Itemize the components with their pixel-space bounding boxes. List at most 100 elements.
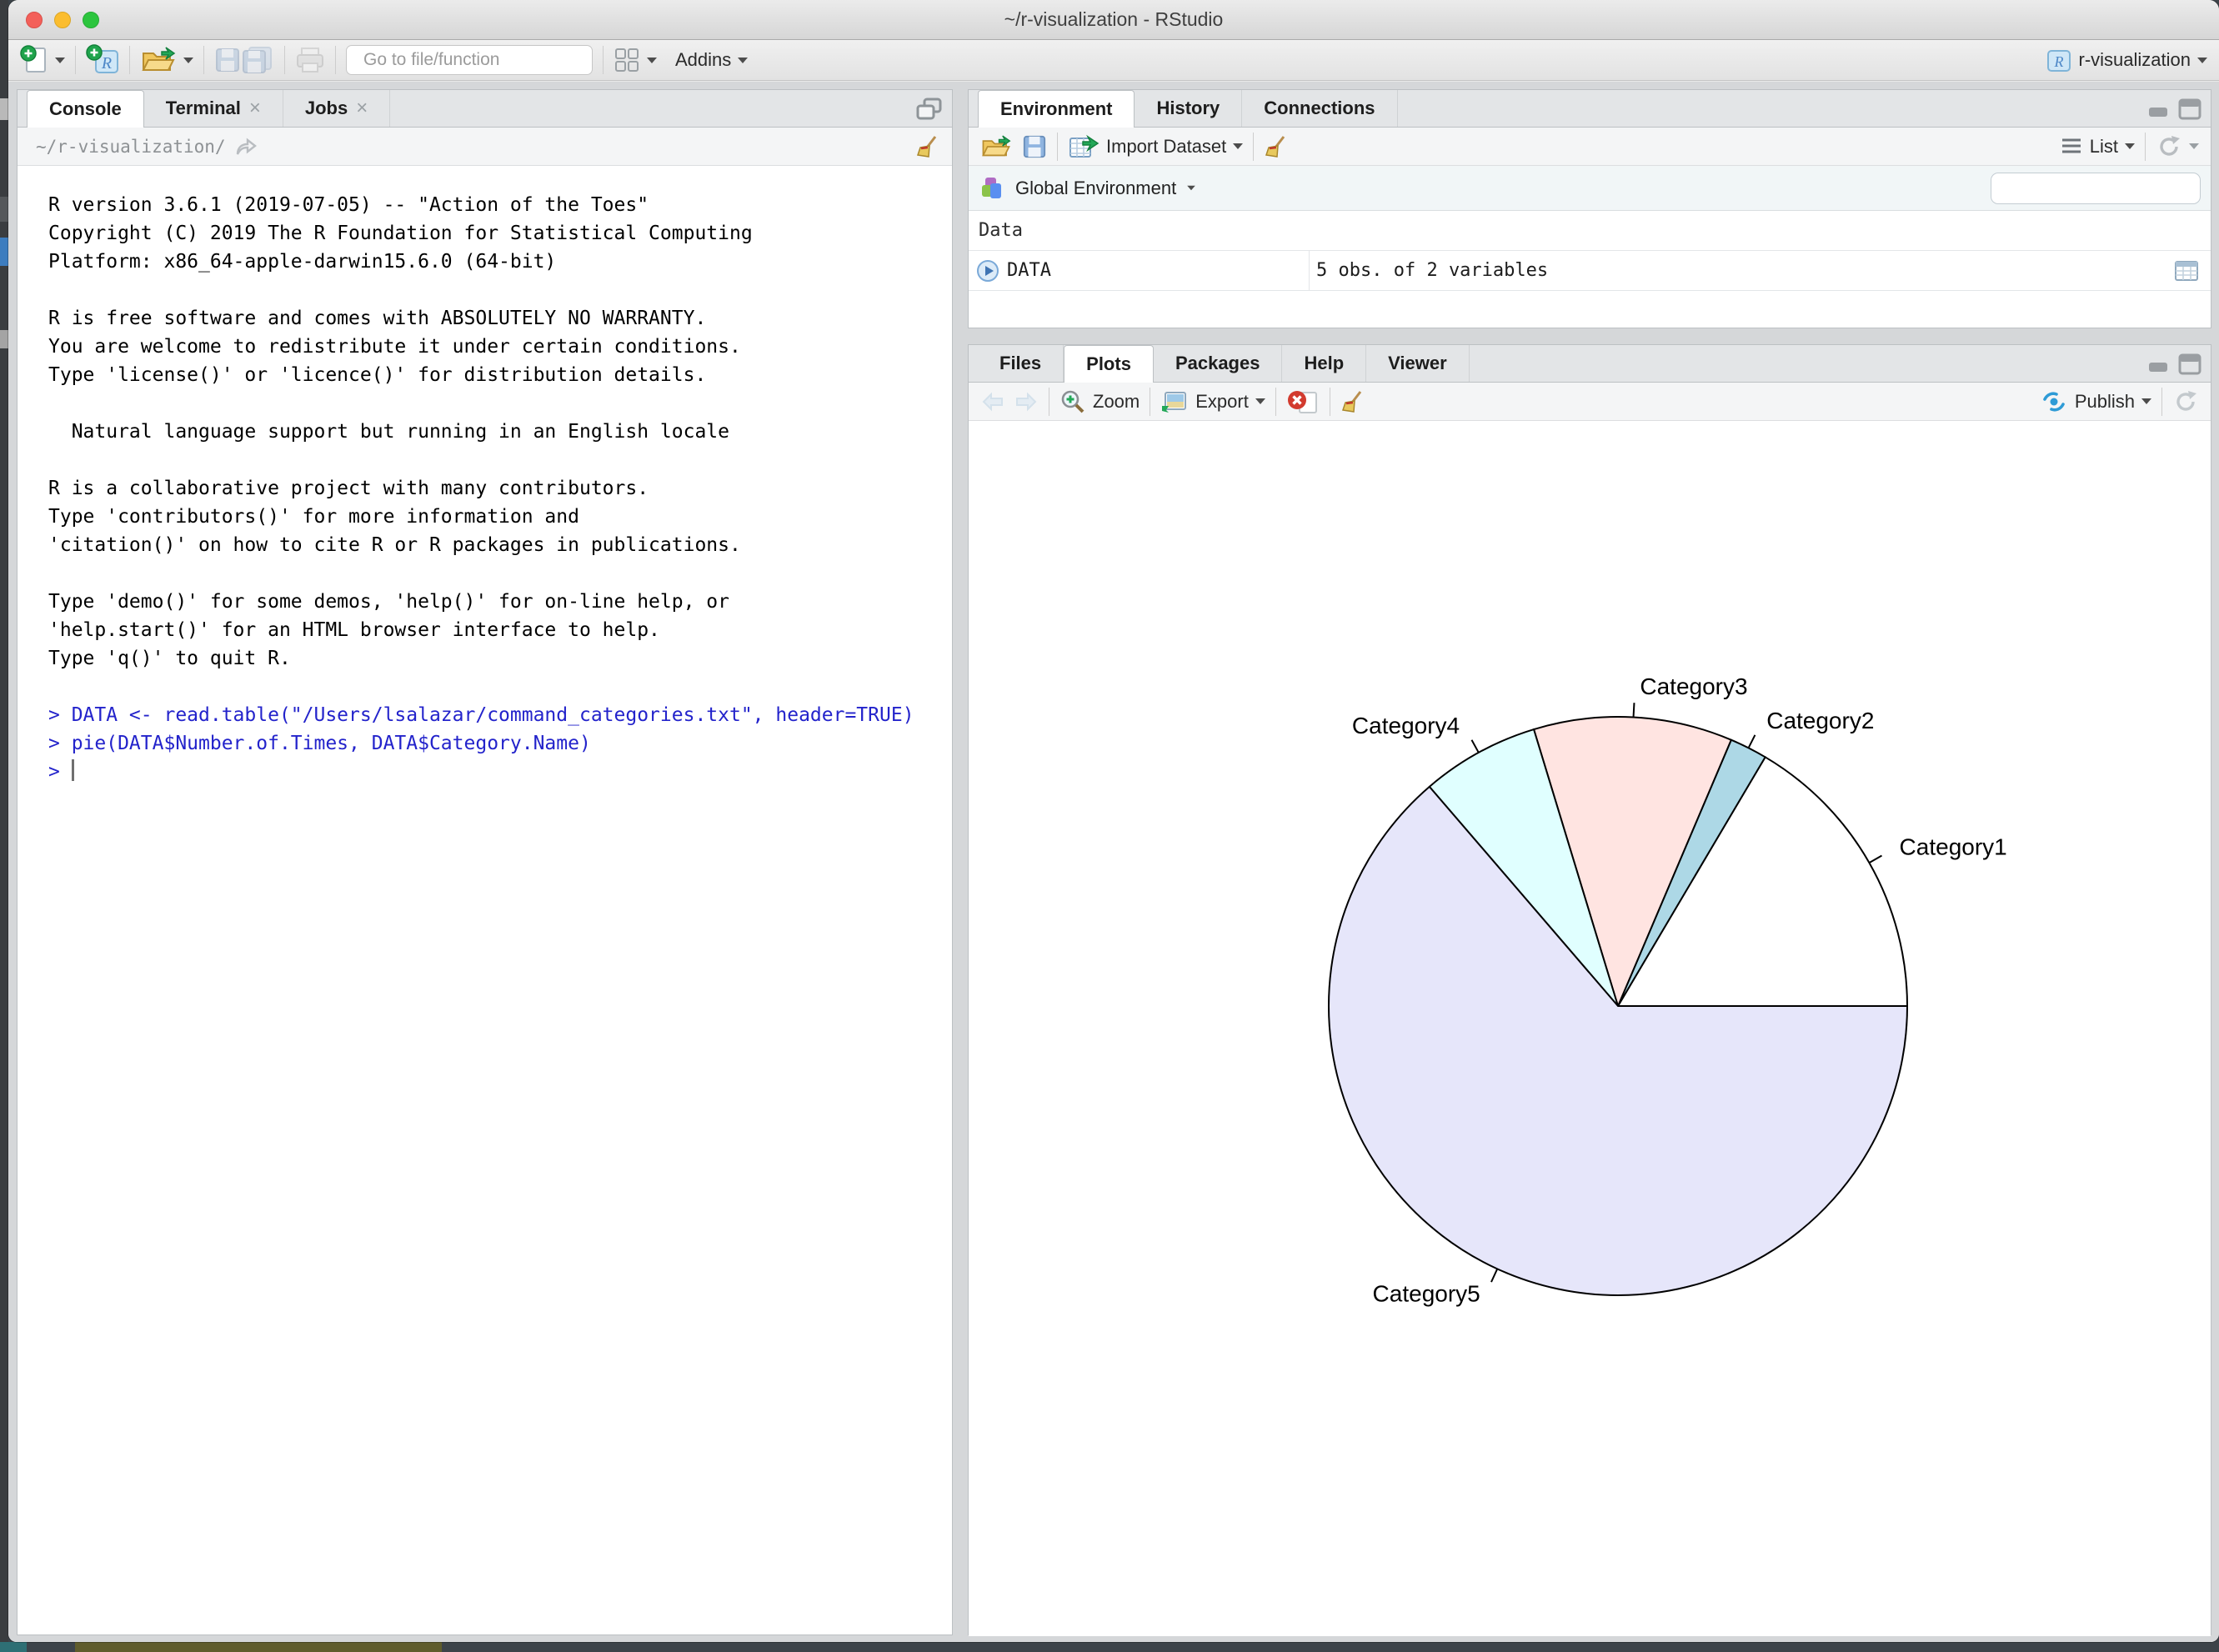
tab-history[interactable]: History [1135, 90, 1242, 127]
previous-plot-button[interactable] [980, 390, 1005, 413]
goto-file-search[interactable] [346, 45, 593, 75]
import-dataset-label: Import Dataset [1106, 136, 1226, 158]
console-tabstrip: ConsoleTerminal× Jobs × [18, 90, 952, 128]
load-workspace-button[interactable] [980, 133, 1012, 160]
goto-directory-icon[interactable] [234, 136, 259, 158]
clear-environment-button[interactable] [1264, 134, 1289, 159]
export-icon [1160, 389, 1189, 414]
open-file-button[interactable] [140, 45, 193, 75]
tab-help[interactable]: Help [1282, 345, 1366, 382]
broom-icon [1340, 389, 1365, 414]
tab-label: Jobs [305, 98, 348, 119]
console-line-output: R is free software and comes with ABSOLU… [48, 304, 952, 333]
open-file-caret-icon [183, 58, 193, 63]
new-project-button[interactable]: R [86, 44, 119, 76]
new-project-icon: R [86, 44, 119, 76]
tab-jobs[interactable]: Jobs × [283, 90, 390, 127]
maximize-pane-icon[interactable] [2177, 98, 2202, 121]
project-menu-button[interactable]: R r-visualization [2046, 47, 2208, 73]
desktop-fragment [0, 98, 8, 120]
environment-search[interactable] [1991, 173, 2201, 204]
save-all-button[interactable] [241, 46, 274, 74]
zoom-plot-button[interactable]: Zoom [1059, 388, 1140, 415]
toolbar-separator [1275, 388, 1276, 416]
tab-label: Help [1304, 353, 1344, 374]
console-line-blank [48, 673, 952, 701]
maximize-pane-icon[interactable] [2177, 353, 2202, 376]
publish-button[interactable]: Publish [2040, 389, 2151, 414]
svg-text:R: R [2053, 53, 2063, 70]
tab-files[interactable]: Files [978, 345, 1064, 382]
forward-arrow-icon [1014, 390, 1039, 413]
console-line-blank [48, 389, 952, 418]
open-folder-icon [140, 45, 177, 75]
desktop-edge-left [0, 0, 8, 1652]
environment-object-row[interactable]: DATA 5 obs. of 2 variables [969, 251, 2211, 291]
tab-label: Connections [1264, 98, 1375, 119]
save-button[interactable] [214, 47, 241, 73]
environment-scope-caret-icon[interactable] [1187, 186, 1195, 191]
tab-packages[interactable]: Packages [1154, 345, 1283, 382]
export-caret-icon [1255, 398, 1265, 404]
import-dataset-button[interactable]: Import Dataset [1068, 133, 1243, 160]
addins-button[interactable]: Addins [675, 49, 748, 71]
clear-console-icon[interactable] [915, 134, 940, 159]
addins-caret-icon [738, 58, 748, 63]
console-line-output: Natural language support but running in … [48, 418, 952, 446]
clear-all-plots-button[interactable] [1340, 389, 1365, 414]
titlebar: ~/r-visualization - RStudio [8, 0, 2219, 40]
pie-label-tick [1634, 703, 1635, 717]
minimize-pane-icon[interactable] [2146, 353, 2171, 375]
pane-layout-caret-icon [647, 58, 657, 63]
toolbar-separator [1057, 133, 1058, 161]
console-output[interactable]: R version 3.6.1 (2019-07-05) -- "Action … [18, 166, 952, 786]
tab-console[interactable]: Console [27, 90, 144, 128]
tab-environment[interactable]: Environment [978, 90, 1135, 128]
pane-area: ConsoleTerminal×Jobs× ~/r-visualization/ [8, 82, 2219, 1642]
desktop-fragment-blue [0, 238, 8, 266]
open-in-new-window-icon[interactable] [915, 97, 944, 122]
remove-plot-button[interactable] [1286, 389, 1320, 414]
plot-display-area: Category1Category2Category3Category4Cate… [969, 421, 2211, 1636]
plots-toolbar: Zoom Export [969, 383, 2211, 421]
list-icon [2060, 137, 2083, 157]
goto-file-input[interactable] [363, 50, 589, 70]
export-plot-button[interactable]: Export [1160, 389, 1265, 414]
expand-object-icon[interactable] [977, 260, 999, 282]
environment-scope-row: Global Environment [969, 166, 2211, 211]
console-line-output: Type 'contributors()' for more informati… [48, 503, 952, 531]
pie-label-Category4: Category4 [1352, 713, 1460, 738]
main-toolbar: R [8, 40, 2219, 81]
close-tab-icon[interactable]: × [356, 97, 368, 120]
close-tab-icon[interactable]: × [249, 97, 261, 120]
console-pane: ConsoleTerminal×Jobs× ~/r-visualization/ [17, 89, 953, 1635]
desktop-edge-bottom [0, 1642, 2219, 1652]
pane-layout-button[interactable] [614, 47, 657, 73]
list-view-button[interactable]: List [2060, 136, 2135, 158]
pie-label-Category2: Category2 [1766, 708, 1874, 733]
tab-plots[interactable]: Plots [1064, 345, 1154, 383]
environment-scope-label[interactable]: Global Environment [1015, 178, 1176, 199]
print-button[interactable] [295, 47, 325, 73]
view-table-icon[interactable] [2174, 260, 2199, 282]
minimize-pane-icon[interactable] [2146, 98, 2171, 120]
console-line-blank [48, 276, 952, 304]
toolbar-separator [335, 46, 336, 74]
save-workspace-button[interactable] [1022, 134, 1047, 159]
tab-connections[interactable]: Connections [1242, 90, 1397, 127]
project-cube-icon: R [2046, 47, 2072, 73]
console-line-output: You are welcome to redistribute it under… [48, 333, 952, 361]
plot-svg: Category1Category2Category3Category4Cate… [969, 421, 2211, 1636]
console-line-output: R version 3.6.1 (2019-07-05) -- "Action … [48, 191, 952, 219]
broom-icon [1264, 134, 1289, 159]
environment-search-input[interactable] [2005, 178, 2219, 198]
new-file-button[interactable] [20, 45, 65, 75]
console-line-input: > DATA <- read.table("/Users/lsalazar/co… [48, 701, 952, 729]
tab-viewer[interactable]: Viewer [1366, 345, 1470, 382]
pie-label-tick [1749, 735, 1756, 748]
desktop-bottom-segment [0, 1642, 27, 1652]
next-plot-button[interactable] [1014, 390, 1039, 413]
tab-terminal[interactable]: Terminal× [144, 90, 283, 127]
refresh-plot-button[interactable] [2172, 388, 2199, 415]
refresh-environment-button[interactable] [2156, 133, 2199, 160]
